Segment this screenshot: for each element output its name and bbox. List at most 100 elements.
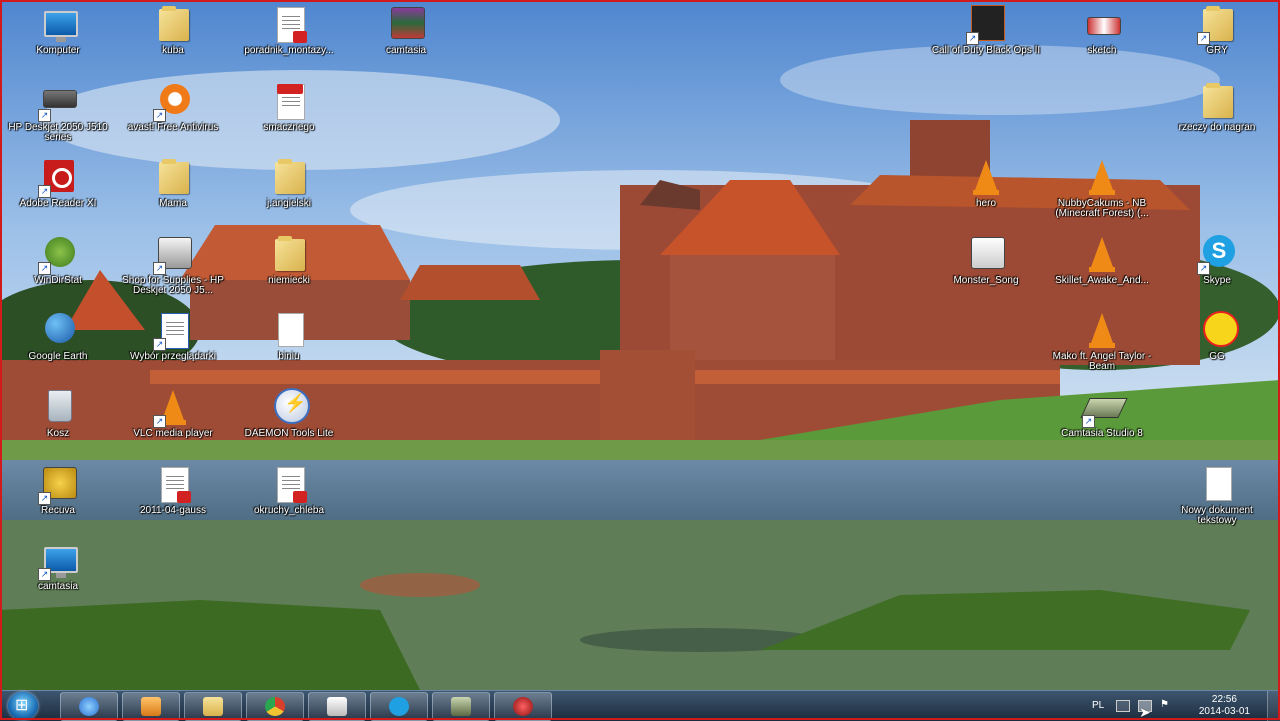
windirstat-icon: ↗ [36,235,80,275]
folder-icon [151,5,195,45]
recuva-icon: ↗ [36,465,80,505]
adobe-reader-icon: ↗ [36,158,80,198]
language-indicator[interactable]: PL [1092,700,1104,711]
vlc-icon: ↗ [151,388,195,428]
icon-label: Nowy dokument tekstowy [1181,505,1253,526]
keyboard-icon[interactable] [1116,700,1130,712]
desktop-icon-monster-song[interactable]: Monster_Song [931,235,1041,286]
desktop-icon-wybor-przegladarki[interactable]: ↗ Wybór przeglądarki [118,311,228,362]
mouse-cursor-icon: ➤ [1139,704,1151,720]
desktop-icon-j-angielski[interactable]: j.angielski [234,158,344,209]
icon-label: Komputer [36,45,80,56]
desktop-icon-rzeczy-do-nagran[interactable]: rzeczy do nagran [1162,82,1272,133]
desktop-icon-mama[interactable]: Mama [118,158,228,209]
desktop-icon-kosz[interactable]: Kosz [3,388,113,439]
icon-label: j.angielski [267,198,311,209]
taskbar-chrome[interactable] [246,692,304,721]
icon-label: rzeczy do nagran [1178,122,1256,133]
icon-label: 2011-04-gauss [140,505,206,516]
icon-label: VLC media player [133,428,213,439]
start-button[interactable] [8,692,38,720]
taskbar-internet-explorer[interactable] [60,692,118,721]
text-file-icon [267,311,311,351]
media-icon [964,235,1008,275]
icon-label: Mama [159,198,187,209]
desktop-icon-smacznego[interactable]: smacznego [234,82,344,133]
icon-label: Camtasia Studio 8 [1061,428,1143,439]
desktop-icon-camtasia-setup[interactable]: ↗ camtasia [3,541,113,592]
desktop-icon-shop-supplies[interactable]: ↗ Shop for Supplies - HP Deskjet 2050 J5… [118,235,228,296]
taskbar-camtasia-recorder[interactable] [494,692,552,721]
icon-label: HP Deskjet 2050 J510 series [8,122,108,143]
camtasia-setup-icon: ↗ [36,541,80,581]
taskbar-explorer[interactable] [184,692,242,721]
folder-icon [267,158,311,198]
desktop-icon-poradnik[interactable]: poradnik_montazy... [234,5,344,56]
action-center-flag-icon[interactable]: ⚑ [1160,699,1172,710]
desktop-icon-kuba[interactable]: kuba [118,5,228,56]
vlc-icon [1080,311,1124,351]
desktop-icon-gg[interactable]: GG [1162,311,1272,362]
desktop-icon-biniu[interactable]: biniu [234,311,344,362]
desktop-icon-niemiecki[interactable]: niemiecki [234,235,344,286]
desktop-icon-adobe-reader[interactable]: ↗ Adobe Reader XI [3,158,113,209]
icon-label: WinDirStat [34,275,82,286]
desktop-icon-avast[interactable]: ↗ avast! Free Antivirus [118,82,228,133]
desktop-icon-skype[interactable]: S ↗ Skype [1162,235,1272,286]
desktop-icon-okruchy-chleba[interactable]: okruchy_chleba [234,465,344,516]
desktop-icon-recuva[interactable]: ↗ Recuva [3,465,113,516]
desktop-icon-nubbycakums[interactable]: NubbyCakums - NB (Minecraft Forest) (... [1047,158,1157,219]
pdf-icon [267,5,311,45]
taskbar-media-player[interactable] [122,692,180,721]
clock-date: 2014-03-01 [1198,706,1250,717]
icon-label: Call of Duty Black Ops II [931,45,1041,56]
taskbar-gg[interactable] [308,692,366,721]
folder-icon [267,235,311,275]
folder-icon [1195,82,1239,122]
icon-label: Adobe Reader XI [19,198,97,209]
desktop-icon-sketch[interactable]: sketch [1047,5,1157,56]
browser-choice-icon: ↗ [151,311,195,351]
desktop-icon-daemon-tools[interactable]: DAEMON Tools Lite [234,388,344,439]
icon-label: GRY [1206,45,1228,56]
explorer-icon [203,697,223,716]
desktop-icon-hp-deskjet[interactable]: ↗ HP Deskjet 2050 J510 series [3,82,113,143]
icon-label: avast! Free Antivirus [127,122,219,133]
desktop-icon-nowy-dokument[interactable]: Nowy dokument tekstowy [1162,465,1272,526]
icon-label: camtasia [37,581,78,592]
desktop-icon-komputer[interactable]: Komputer [3,5,113,56]
icon-label: hero [975,198,996,209]
desktop-icon-google-earth[interactable]: Google Earth [3,311,113,362]
taskbar: PL ⚑ 22:56 2014-03-01 [0,690,1280,721]
icon-label: sketch [1087,45,1117,56]
desktop-icon-vlc[interactable]: ↗ VLC media player [118,388,228,439]
skype-icon: S ↗ [1195,235,1239,275]
taskbar-camtasia-studio[interactable] [432,692,490,721]
media-player-icon [141,697,161,716]
vlc-icon [1080,158,1124,198]
desktop-icon-hero[interactable]: hero [931,158,1041,209]
taskbar-skype[interactable] [370,692,428,721]
icon-label: Google Earth [28,351,88,362]
desktop-icon-camtasia-rar[interactable]: camtasia [351,5,461,56]
desktop-icon-skillet[interactable]: Skillet_Awake_And... [1047,235,1157,286]
desktop-icon-cod-black-ops[interactable]: ↗ Call of Duty Black Ops II [931,5,1041,56]
show-desktop-button[interactable] [1267,691,1280,721]
monitor-icon [36,5,80,45]
daemon-tools-icon [267,388,311,428]
folder-icon [151,158,195,198]
folder-icon: ↗ [1195,5,1239,45]
desktop-icon-windirstat[interactable]: ↗ WinDirStat [3,235,113,286]
skype-taskbar-icon [389,697,409,716]
icon-label: poradnik_montazy... [244,45,334,56]
desktop-icon-gauss[interactable]: 2011-04-gauss [118,465,228,516]
icon-label: Skype [1203,275,1231,286]
gg-taskbar-icon [327,697,347,716]
desktop-icon-mako-beam[interactable]: Mako ft. Angel Taylor - Beam [1047,311,1157,372]
desktop-icon-camtasia-studio[interactable]: ↗ Camtasia Studio 8 [1047,388,1157,439]
globe-icon [36,311,80,351]
chrome-icon [265,697,285,716]
desktop-icon-gry[interactable]: ↗ GRY [1162,5,1272,56]
system-tray: PL ⚑ 22:56 2014-03-01 [1070,691,1280,721]
clock[interactable]: 22:56 2014-03-01 [1199,694,1250,718]
